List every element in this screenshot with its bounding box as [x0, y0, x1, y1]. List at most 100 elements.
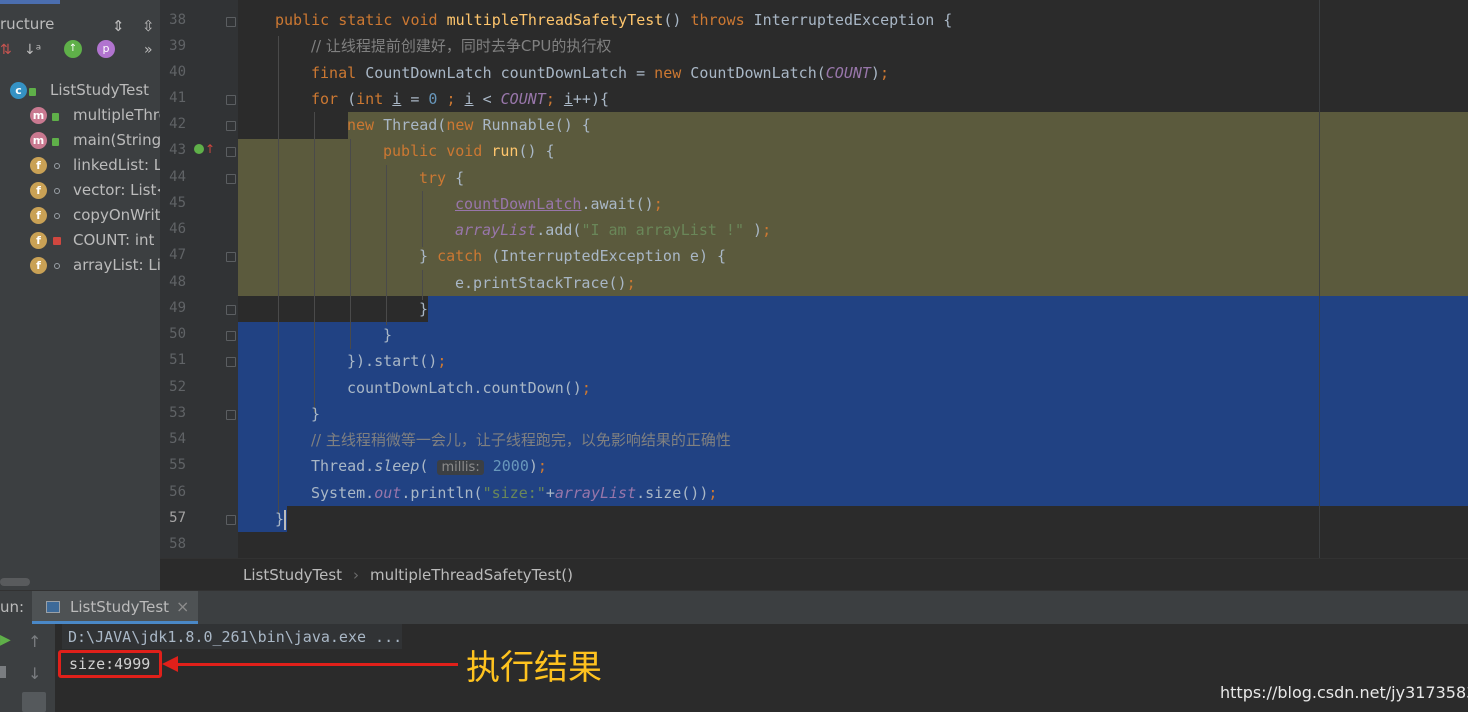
code-line-49: } — [419, 296, 428, 322]
token: ; — [762, 221, 772, 239]
token: i — [392, 90, 402, 108]
soft-wrap-icon[interactable] — [22, 692, 46, 712]
token: ( — [419, 457, 438, 475]
scroll-up-icon[interactable]: ↑ — [28, 632, 41, 651]
tree-item-label: main(String[ — [73, 131, 160, 149]
token: }).start() — [347, 352, 438, 370]
class-icon: c — [10, 82, 27, 99]
result-annotation-label: 执行结果 — [466, 648, 602, 688]
line-number: 54 — [169, 431, 186, 447]
public-icon — [52, 138, 59, 146]
field-icon: f — [30, 207, 47, 224]
close-tab-icon[interactable]: × — [176, 597, 189, 616]
run-label: un: — [0, 598, 25, 616]
token: } — [311, 405, 321, 423]
fold-marker-icon[interactable] — [226, 95, 236, 105]
breadcrumb-class[interactable]: ListStudyTest — [243, 566, 342, 584]
private-lock-icon — [53, 237, 61, 245]
code-line-52: countDownLatch.countDown(); — [347, 375, 591, 401]
line-number: 53 — [169, 405, 186, 421]
token: (InterruptedException e) { — [491, 247, 727, 265]
token: Thread. — [311, 457, 375, 475]
line-number: 51 — [169, 352, 186, 368]
indent-guide — [386, 165, 387, 325]
line-number: 52 — [169, 379, 186, 395]
fold-marker-icon[interactable] — [226, 515, 236, 525]
indent-guide — [350, 139, 351, 349]
line-number: 39 — [169, 38, 186, 54]
fold-marker-icon[interactable] — [226, 305, 236, 315]
code-line-47: } catch (InterruptedException e) { — [419, 243, 726, 269]
code-line-54: // 主线程稍微等一会儿，让子线程跑完，以免影响结果的正确性 — [311, 427, 731, 453]
scroll-down-icon[interactable]: ↓ — [28, 664, 41, 683]
line-number: 41 — [169, 90, 186, 106]
line-number: 56 — [169, 484, 186, 500]
more-icon[interactable]: » — [144, 42, 153, 58]
fold-marker-icon[interactable] — [226, 331, 236, 341]
expand-all-icon[interactable]: ⇕ — [112, 14, 125, 38]
line-number: 42 — [169, 116, 186, 132]
code-line-53: } — [311, 401, 320, 427]
fold-marker-icon[interactable] — [226, 121, 236, 131]
token: final — [311, 64, 366, 82]
token: Runnable() { — [482, 116, 591, 134]
tree-item-label: arrayList: Lis — [73, 256, 160, 274]
structure-scrollbar[interactable] — [0, 578, 30, 586]
token: out — [374, 484, 402, 502]
token: ( — [347, 90, 357, 108]
line-number: 40 — [169, 64, 186, 80]
tree-item-label: linkedList: Li — [73, 156, 160, 174]
token: ) — [744, 221, 763, 239]
code-line-50: } — [383, 322, 392, 348]
code-line-45: countDownLatch.await(); — [455, 191, 663, 217]
structure-header: ructure ⇕ ⇳ — [0, 12, 160, 36]
token: new — [446, 116, 483, 134]
tree-item-label: COUNT: int — [73, 231, 155, 249]
token: new — [347, 116, 384, 134]
token: = — [401, 90, 429, 108]
tab-fragment — [0, 0, 60, 4]
token: e.printStackTrace() — [455, 274, 627, 292]
line-number: 50 — [169, 326, 186, 342]
sort-alpha-icon[interactable]: ↓ᵃ — [24, 42, 41, 58]
stop-icon[interactable] — [0, 666, 6, 678]
line-number: 49 — [169, 300, 186, 316]
field-icon: f — [30, 182, 47, 199]
rerun-icon[interactable]: ▶ — [0, 632, 11, 648]
override-arrow-icon: ↑ — [205, 142, 216, 156]
sort-visibility-icon[interactable]: ⇅ — [0, 42, 12, 58]
token: ; — [708, 484, 718, 502]
run-tab[interactable]: ListStudyTest × — [32, 591, 198, 624]
tree-item-label: copyOnWrit — [73, 206, 160, 224]
token: "size:" — [482, 484, 546, 502]
fold-marker-icon[interactable] — [226, 357, 236, 367]
code-editor[interactable]: public static void multipleThreadSafetyT… — [238, 0, 1468, 558]
run-tab-title: ListStudyTest — [70, 598, 170, 616]
fold-marker-icon[interactable] — [226, 252, 236, 262]
token: } — [383, 326, 393, 344]
properties-icon[interactable]: p — [97, 40, 115, 58]
text-caret — [284, 509, 287, 530]
code-line-55: Thread.sleep( millis: 2000); — [311, 453, 547, 479]
token: InterruptedException { — [744, 11, 953, 29]
breadcrumb-method[interactable]: multipleThreadSafetyTest() — [370, 566, 573, 584]
comment: // 让线程提前创建好，同时去争CPU的执行权 — [311, 37, 612, 55]
inherited-icon[interactable]: ↑ — [64, 40, 82, 58]
parameter-hint: millis: — [437, 460, 484, 475]
token: } — [275, 510, 285, 528]
token: 2000 — [483, 457, 529, 475]
fold-marker-icon[interactable] — [226, 174, 236, 184]
line-number: 47 — [169, 247, 186, 263]
token: try — [419, 169, 456, 187]
fold-marker-icon[interactable] — [226, 147, 236, 157]
title-strip — [0, 0, 160, 12]
line-number: 43 — [169, 142, 186, 158]
fold-marker-icon[interactable] — [226, 410, 236, 420]
tree-item-label: multipleThre — [73, 106, 160, 124]
override-icon[interactable] — [194, 144, 204, 154]
token: for — [311, 90, 348, 108]
fold-marker-icon[interactable] — [226, 17, 236, 27]
public-icon — [52, 113, 59, 121]
collapse-all-icon[interactable]: ⇳ — [142, 14, 155, 38]
token: ) — [870, 64, 880, 82]
